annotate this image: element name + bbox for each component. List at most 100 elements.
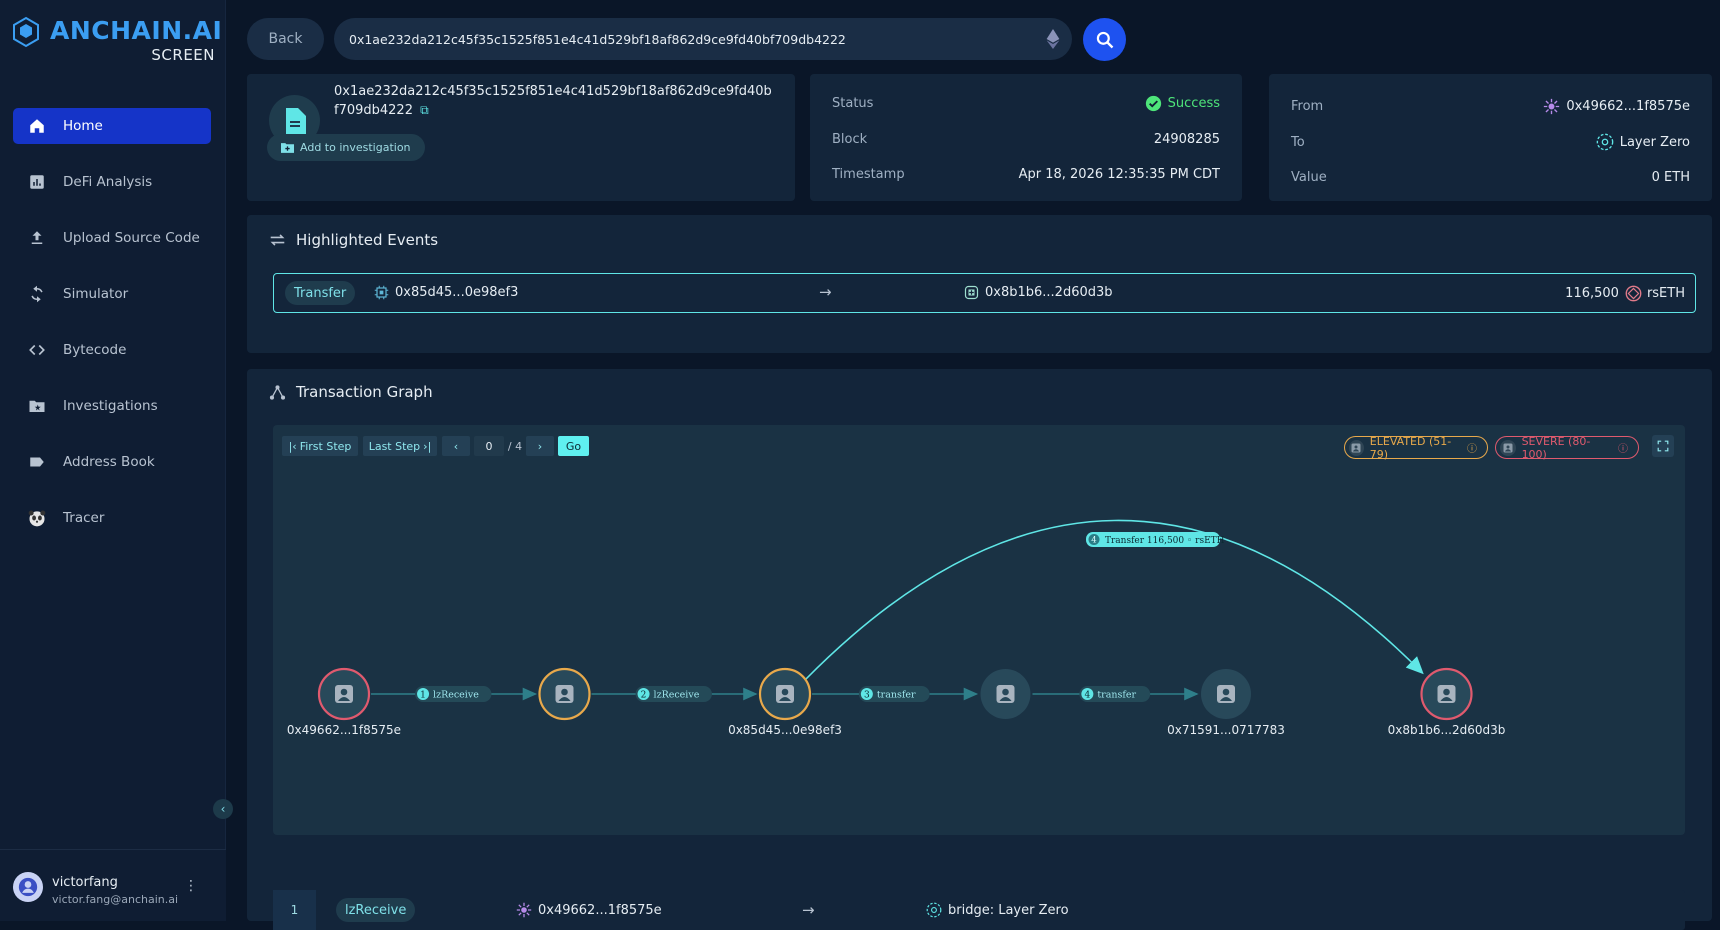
edge-step-number: 2 (641, 691, 647, 701)
avatar[interactable] (13, 872, 43, 902)
sidebar-item-investigations[interactable]: Investigations (13, 388, 211, 424)
call-to-address[interactable]: bridge: Layer Zero (926, 902, 1069, 918)
graph-node[interactable]: 0x8b1b6...2d60d3b (1388, 667, 1506, 737)
call-row[interactable]: 1 lzReceive 0x49662...1f8575e → bridge: … (273, 890, 1685, 930)
from-value[interactable]: 0x49662...1f8575e (1543, 98, 1690, 115)
edge-method-text: lzReceive (433, 690, 479, 701)
status-value: Success (1145, 95, 1220, 112)
person-badge-icon (1437, 685, 1456, 703)
person-badge-icon (1217, 685, 1235, 703)
sidebar-item-label: Bytecode (63, 342, 127, 358)
more-vertical-icon[interactable]: ⋮ (184, 878, 198, 894)
sidebar-item-address-book[interactable]: Address Book (13, 444, 211, 480)
brand-logo[interactable]: ANCHAIN.AI SCREEN (10, 14, 222, 68)
edge-method-text: transfer (877, 690, 916, 701)
value-label: Value (1291, 169, 1327, 185)
to-row: To Layer Zero (1291, 132, 1690, 152)
graph-node[interactable]: 0x49662...1f8575e (287, 667, 401, 737)
add-to-investigation-label: Add to investigation (300, 141, 411, 154)
person-badge-icon (776, 685, 794, 703)
highlight-edge-text: Transfer 116,500 ◦ rsETH (1105, 536, 1225, 546)
sidebar-item-simulator[interactable]: Simulator (13, 276, 211, 312)
home-icon (27, 116, 47, 136)
user-name: victorfang (52, 875, 118, 890)
sidebar-nav: Home DeFi Analysis Upload Source Code Si… (13, 108, 211, 556)
sidebar-item-label: Tracer (63, 510, 105, 526)
folder-star-icon (27, 396, 47, 416)
event-to-address[interactable]: 0x8b1b6...2d60d3b (964, 285, 1113, 300)
block-value: 24908285 (1153, 131, 1220, 147)
back-button[interactable]: Back (247, 18, 324, 60)
add-to-investigation-button[interactable]: Add to investigation (267, 134, 425, 161)
event-row[interactable]: Transfer 0x85d45...0e98ef3 → 0x8b1b6...2… (273, 273, 1696, 313)
tx-hash: 0x1ae232da212c45f35c1525f851e4c41d529bf1… (334, 82, 774, 120)
value-amount: 0 ETH (1651, 169, 1690, 185)
edge-method-text: lzReceive (654, 690, 700, 701)
folder-plus-icon (281, 143, 294, 153)
node-label: 0x85d45...0e98ef3 (728, 723, 842, 737)
block-row: Block 24908285 (832, 129, 1220, 149)
node-label: 0x71591...0717783 (1167, 723, 1285, 737)
graph-icon (269, 384, 286, 401)
copy-icon[interactable]: ⧉ (420, 103, 429, 117)
sidebar-item-label: DeFi Analysis (63, 174, 153, 190)
search-button[interactable] (1083, 18, 1126, 61)
user-email: victor.fang@anchain.ai (52, 893, 179, 906)
event-amount-value: 116,500 (1565, 286, 1619, 301)
to-value[interactable]: Layer Zero (1596, 133, 1690, 151)
event-from-address[interactable]: 0x85d45...0e98ef3 (374, 285, 518, 300)
sidebar-item-upload-source-code[interactable]: Upload Source Code (13, 220, 211, 256)
search-input[interactable]: 0x1ae232da212c45f35c1525f851e4c41d529bf1… (334, 18, 1072, 60)
graph-node[interactable]: 0x85d45...0e98ef3 (728, 667, 842, 737)
call-to-text: bridge: Layer Zero (948, 902, 1069, 918)
sidebar: ANCHAIN.AI SCREEN Home DeFi Analysis Upl… (0, 0, 233, 921)
edge-method-text: transfer (1097, 690, 1136, 701)
sidebar-item-bytecode[interactable]: Bytecode (13, 332, 211, 368)
to-address: Layer Zero (1619, 134, 1690, 150)
edge-step-number: 1 (420, 691, 426, 701)
node-label: 0x8b1b6...2d60d3b (1388, 723, 1506, 737)
edge-label[interactable]: 4 transfer (1079, 686, 1151, 702)
collapse-sidebar-button[interactable]: ‹ (213, 799, 233, 819)
highlighted-events-title: Highlighted Events (296, 231, 439, 249)
sidebar-item-home[interactable]: Home (13, 108, 211, 144)
graph-svg: 1 lzReceive 2 lzReceive 3 transfer 4 transfer 4… (287, 519, 1506, 737)
edge-step-number: 3 (864, 691, 870, 701)
refresh-icon (27, 284, 47, 304)
transaction-graph-title: Transaction Graph (296, 383, 433, 401)
graph-node[interactable] (980, 669, 1031, 719)
layerzero-icon (926, 902, 942, 918)
graph-node[interactable]: 0x71591...0717783 (1167, 669, 1285, 737)
brand-product: SCREEN (151, 46, 215, 64)
timestamp-label: Timestamp (832, 166, 905, 182)
ethereum-icon (1046, 29, 1060, 49)
from-row: From 0x49662...1f8575e (1291, 96, 1690, 116)
graph-canvas[interactable]: |‹ First Step Last Step ›| ‹ 0 / 4 › Go EL… (273, 425, 1685, 835)
flow-card: From 0x49662...1f8575e To Layer Zero Val… (1269, 74, 1712, 201)
tx-hash-text: 0x1ae232da212c45f35c1525f851e4c41d529bf1… (334, 84, 772, 118)
edge-label[interactable]: 1 lzReceive (415, 686, 492, 702)
to-label: To (1291, 134, 1305, 150)
edge-label[interactable]: 2 lzReceive (635, 686, 712, 702)
call-from-address[interactable]: 0x49662...1f8575e (516, 902, 662, 918)
arrow-right-icon: → (819, 283, 832, 301)
edge-label[interactable]: 3 transfer (858, 686, 930, 702)
sidebar-item-defi-analysis[interactable]: DeFi Analysis (13, 164, 211, 200)
highlight-edge-label[interactable]: 4 Transfer 116,500 ◦ rsETH (1086, 532, 1225, 547)
search-value: 0x1ae232da212c45f35c1525f851e4c41d529bf1… (349, 31, 846, 47)
sidebar-item-label: Address Book (63, 454, 155, 470)
person-badge-icon (996, 685, 1015, 703)
burst-avatar-icon (516, 902, 532, 918)
graph-node[interactable] (538, 667, 591, 721)
status-card: Status Success Block 24908285 Timestamp … (810, 74, 1242, 201)
timestamp-value: Apr 18, 2026 12:35:35 PM CDT (1018, 166, 1220, 182)
plus-box-icon (964, 285, 979, 300)
from-address: 0x49662...1f8575e (1566, 98, 1690, 114)
event-amount: 116,500 rsETH (1565, 285, 1685, 302)
person-badge-icon (555, 685, 574, 703)
person-badge-icon (335, 685, 353, 703)
label-icon (27, 452, 47, 472)
rseth-token-icon (1625, 285, 1642, 302)
edge-step-number: 4 (1084, 691, 1090, 701)
sidebar-item-tracer[interactable]: Tracer (13, 500, 211, 536)
